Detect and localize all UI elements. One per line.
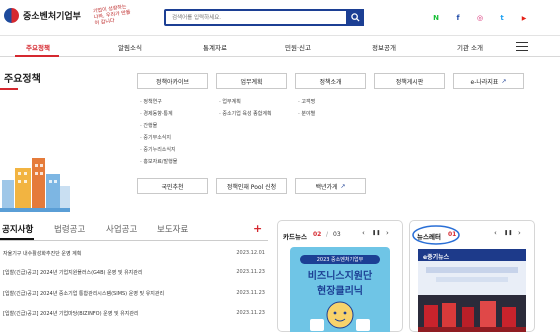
cardnews-image[interactable]: 2023 중소벤처기업부 비즈니스지원단 현장클리닉: [290, 247, 390, 332]
list-item[interactable]: [입찰(긴급)공고] 2024년 기업마당(BIZINFO) 운영 및 유지관리…: [3, 310, 265, 317]
instagram-glyph: ◎: [476, 14, 484, 22]
nav-item-stats[interactable]: 통계자료: [203, 42, 227, 52]
site-header: 중소벤처기업부 기업이 성장하는 나라, 우리가 만들어 갑니다 N f ◎ t…: [0, 0, 560, 36]
notice-date: 2023.12.01: [236, 250, 265, 256]
youtube-icon[interactable]: ▶: [518, 12, 530, 24]
more-plus-icon[interactable]: +: [253, 222, 262, 235]
button-label: 국민추천: [161, 183, 184, 191]
nav-item-news[interactable]: 알림소식: [118, 42, 142, 52]
newsletter-photo: [418, 295, 526, 332]
link-newsletter-mss[interactable]: 중기부소식지: [140, 134, 171, 141]
list-item[interactable]: [입찰(긴급)공고] 2024년 기업지원플러스(G4B) 운영 및 유지관리 2…: [3, 269, 265, 276]
policy-board-button[interactable]: 정책게시판: [374, 73, 445, 89]
youtube-glyph: ▶: [521, 14, 527, 22]
newsletter-image[interactable]: e중기뉴스: [418, 249, 526, 332]
link-economic-stats[interactable]: 경제동향·통계: [140, 110, 172, 117]
list-item[interactable]: 자율기구 내수활성화추진단 운영 계획 2023.12.01: [3, 250, 265, 257]
slogan: 기업이 성장하는 나라, 우리가 만들어 갑니다: [92, 4, 131, 27]
city-illustration: [0, 158, 70, 212]
taegeuk-logo-icon: [4, 8, 19, 23]
facebook-glyph: f: [456, 14, 460, 22]
button-label: 정책인재 Pool 신청: [226, 183, 277, 191]
button-label: 업무계획: [240, 78, 263, 86]
notice-title: [입찰(긴급)공고] 2024년 기업지원플러스(G4B) 운영 및 유지관리: [3, 270, 143, 276]
cardnews-line2: 비즈니스지원단: [307, 271, 373, 282]
button-label: 정책아카이브: [155, 78, 190, 86]
nav-item-disclosure[interactable]: 정보공개: [372, 42, 396, 52]
org-name: 중소벤처기업부: [23, 12, 81, 22]
button-label: 정책소개: [319, 78, 342, 86]
search-button[interactable]: [346, 9, 364, 26]
nav-item-complaint[interactable]: 민원·신고: [285, 42, 311, 52]
annotation-circle: [412, 225, 460, 245]
search-box: [164, 9, 364, 26]
naver-icon[interactable]: N: [430, 12, 442, 24]
newsletter-box: 뉴스레터 01 ‹ ❚❚ › e중기뉴스: [409, 220, 535, 332]
work-plan-button[interactable]: 업무계획: [216, 73, 287, 89]
citizen-recommend-button[interactable]: 국민추천: [137, 178, 208, 194]
policy-intro-button[interactable]: 정책소개: [295, 73, 366, 89]
newsletter-banner: [418, 261, 526, 295]
cardnews-line3: 현장클리닉: [317, 286, 363, 297]
link-policy-research[interactable]: 정책연구: [140, 98, 161, 105]
nav-item-policy[interactable]: 주요정책: [26, 42, 50, 52]
notice-date: 2023.11.23: [236, 269, 265, 275]
cardnews-title: 카드뉴스: [283, 233, 307, 241]
notice-date: 2023.11.23: [236, 290, 265, 296]
link-work-plan[interactable]: 업무계획: [219, 98, 240, 105]
list-item[interactable]: [입찰(긴급)공고] 2024년 중소기업 통합관리시스템(SIMS) 운영 및…: [3, 290, 265, 297]
cardnews-line1: 2023 중소벤처기업부: [300, 255, 380, 264]
nav-active-indicator: [15, 55, 59, 57]
prev-arrow-icon[interactable]: ‹: [362, 229, 365, 237]
next-arrow-icon[interactable]: ›: [386, 229, 389, 237]
policy-archive-button[interactable]: 정책아카이브: [137, 73, 208, 89]
instagram-icon[interactable]: ◎: [474, 12, 486, 24]
notice-title: 자율기구 내수활성화추진단 운영 계획: [3, 251, 82, 257]
pause-icon[interactable]: ❚❚: [504, 230, 512, 236]
main-nav: 주요정책 알림소식 통계자료 민원·신고 정보공개 기관 소개: [0, 37, 560, 57]
divider: [0, 240, 268, 241]
notice-title: [입찰(긴급)공고] 2024년 중소기업 통합관리시스템(SIMS) 운영 및…: [3, 291, 165, 297]
clinic-illustration: [310, 301, 370, 331]
link-sme-master-plan[interactable]: 중소기업 육성 종합계획: [219, 110, 271, 117]
nav-item-about[interactable]: 기관 소개: [457, 42, 483, 52]
tab-business[interactable]: 사업공고: [106, 223, 137, 235]
search-input[interactable]: [166, 11, 336, 24]
twitter-glyph: t: [500, 14, 504, 22]
pause-icon[interactable]: ❚❚: [372, 230, 380, 236]
prev-arrow-icon[interactable]: ‹: [494, 229, 497, 237]
link-publications[interactable]: 간행물: [140, 122, 157, 129]
link-nuri-newsletter[interactable]: 중기누리소식지: [140, 146, 175, 153]
cardnews-box: 카드뉴스 02 / 03 ‹ ❚❚ › 2023 중소벤처기업부 비즈니스지원단…: [277, 220, 403, 332]
centenary-store-button[interactable]: 백년가게 ↗: [295, 178, 366, 194]
cardnews-current: 02: [313, 231, 322, 238]
button-label: 정책게시판: [395, 78, 424, 86]
site-logo[interactable]: 중소벤처기업부: [4, 8, 81, 23]
e-nara-index-button[interactable]: e-나라지표 ↗: [453, 73, 524, 89]
tab-press[interactable]: 보도자료: [157, 223, 188, 235]
twitter-icon[interactable]: t: [496, 12, 508, 24]
external-link-icon: ↗: [340, 182, 346, 190]
panel-title-accent: [0, 88, 18, 90]
facebook-icon[interactable]: f: [452, 12, 464, 24]
cardnews-total: 03: [333, 231, 341, 238]
tab-notice[interactable]: 공지사항: [2, 223, 33, 235]
notice-title: [입찰(긴급)공고] 2024년 기업마당(BIZINFO) 운영 및 유지관리: [3, 311, 139, 317]
next-arrow-icon[interactable]: ›: [518, 229, 521, 237]
naver-glyph: N: [433, 14, 439, 22]
external-link-icon: ↗: [501, 77, 507, 85]
link-by-customer[interactable]: 고객명: [298, 98, 315, 105]
tab-law[interactable]: 법령공고: [54, 223, 85, 235]
button-label: e-나라지표: [470, 78, 499, 86]
talent-pool-button[interactable]: 정책인재 Pool 신청: [216, 178, 287, 194]
newsletter-banner-graphic: [426, 267, 518, 282]
button-label: 백년가게: [315, 183, 338, 191]
hamburger-menu-icon[interactable]: [515, 39, 529, 53]
link-pr-materials[interactable]: 홍보자료/발행물: [140, 158, 177, 165]
link-by-field[interactable]: 분야별: [298, 110, 315, 117]
search-icon: [350, 13, 360, 22]
notice-date: 2023.11.23: [236, 310, 265, 316]
panel-title: 주요정책: [4, 74, 41, 85]
